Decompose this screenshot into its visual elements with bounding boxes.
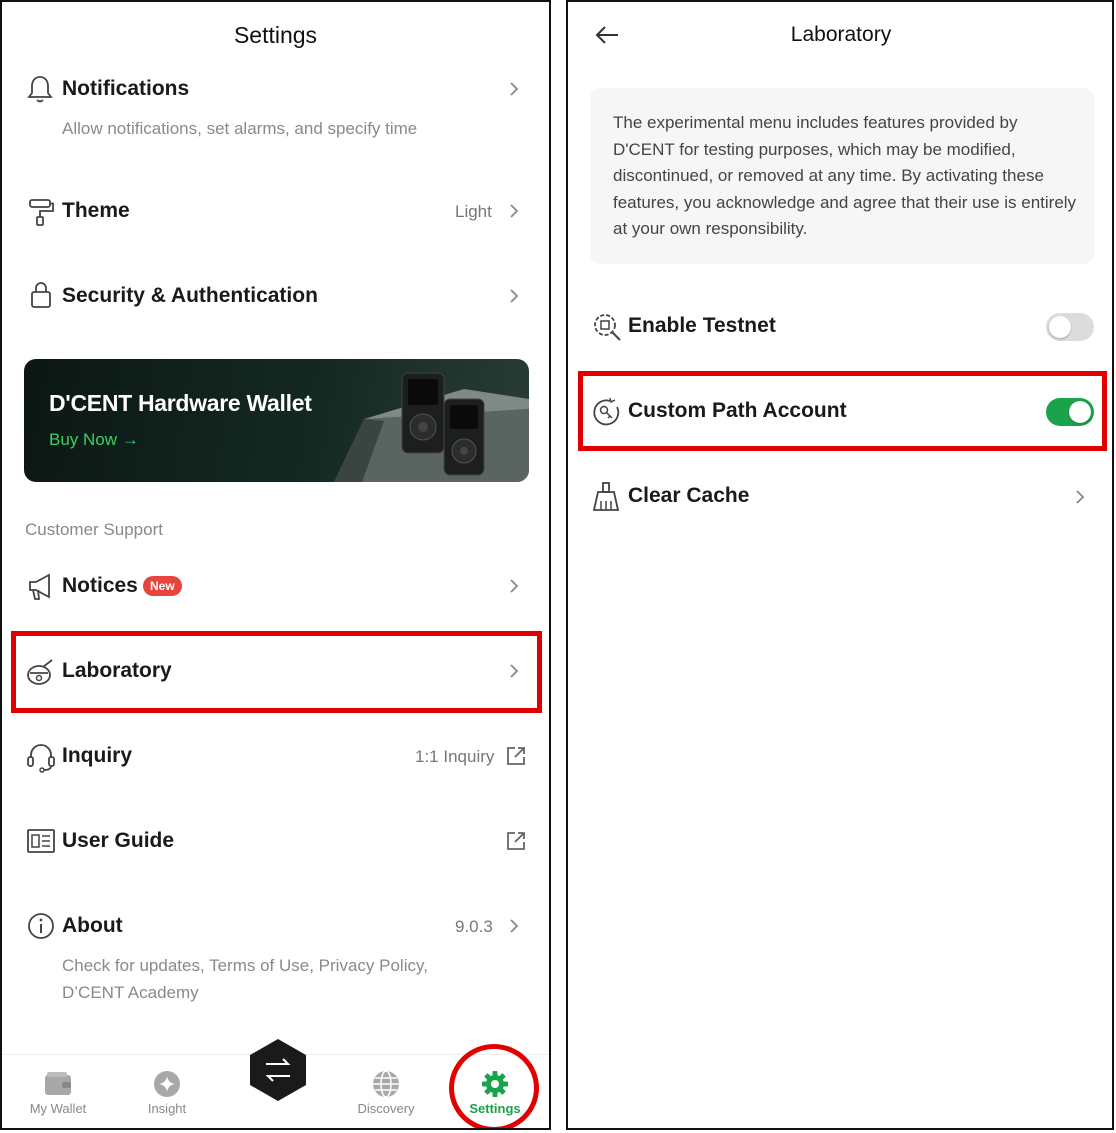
chevron-right-icon xyxy=(1074,488,1086,506)
security-label: Security & Authentication xyxy=(62,284,318,307)
inquiry-row[interactable]: Inquiry 1:1 Inquiry xyxy=(2,732,549,782)
book-icon xyxy=(26,827,56,855)
version-value: 9.0.3 xyxy=(455,917,493,936)
bell-icon xyxy=(26,74,54,104)
notice-text: The experimental menu includes features … xyxy=(613,113,1077,238)
enable-testnet-row: Enable Testnet xyxy=(568,302,1112,352)
info-icon xyxy=(26,911,56,941)
chevron-right-icon xyxy=(508,917,520,935)
tab-bar: My Wallet Insight Discovery Settings xyxy=(2,1039,549,1128)
tab-insight[interactable]: Insight xyxy=(122,1101,212,1116)
external-link-icon xyxy=(505,830,527,852)
headset-icon xyxy=(26,741,56,773)
broom-icon xyxy=(593,481,621,513)
chevron-right-icon xyxy=(508,287,520,305)
chevron-right-icon xyxy=(508,202,520,220)
page-title: Laboratory xyxy=(790,23,892,46)
highlight-box-custom-path xyxy=(578,371,1107,451)
clear-cache-label: Clear Cache xyxy=(628,484,750,507)
highlight-box-laboratory xyxy=(11,631,542,713)
about-description: Check for updates, Terms of Use, Privacy… xyxy=(62,956,428,1002)
tab-discovery[interactable]: Discovery xyxy=(341,1101,431,1116)
toggle-knob xyxy=(1049,316,1071,338)
external-link-icon xyxy=(505,745,527,767)
chevron-right-icon xyxy=(508,577,520,595)
clear-cache-row[interactable]: Clear Cache xyxy=(568,472,1112,522)
settings-screen: Settings Notifications Allow notificatio… xyxy=(0,0,551,1130)
page-title: Settings xyxy=(233,22,318,48)
laboratory-screen: Laboratory The experimental menu include… xyxy=(566,0,1114,1130)
tab-my-wallet[interactable]: My Wallet xyxy=(13,1101,103,1116)
user-guide-row[interactable]: User Guide xyxy=(2,817,549,867)
chevron-right-icon xyxy=(508,80,520,98)
buy-now-link[interactable]: Buy Now → xyxy=(49,430,139,450)
enable-testnet-label: Enable Testnet xyxy=(628,314,776,337)
notices-row[interactable]: Notices New xyxy=(2,562,549,612)
notices-label: Notices xyxy=(62,574,138,597)
inquiry-label: Inquiry xyxy=(62,744,133,767)
enable-testnet-toggle[interactable] xyxy=(1046,313,1094,341)
about-row[interactable]: About 9.0.3 Check for updates, Terms of … xyxy=(2,902,549,1012)
new-badge: New xyxy=(143,576,182,596)
paint-roller-icon xyxy=(27,197,55,227)
highlight-circle-settings xyxy=(449,1044,539,1128)
device-image xyxy=(334,372,529,482)
about-label: About xyxy=(62,914,123,937)
swap-button[interactable] xyxy=(246,1037,310,1103)
notifications-label: Notifications xyxy=(62,77,190,100)
hardware-wallet-banner[interactable]: D'CENT Hardware Wallet Buy Now → xyxy=(24,359,529,482)
swap-icon xyxy=(250,1039,306,1101)
search-scan-icon xyxy=(592,312,622,342)
notifications-description: Allow notifications, set alarms, and spe… xyxy=(62,119,418,138)
megaphone-icon xyxy=(27,572,55,602)
inquiry-value: 1:1 Inquiry xyxy=(415,747,495,766)
experimental-notice: The experimental menu includes features … xyxy=(590,88,1094,264)
sparkle-icon xyxy=(153,1070,181,1098)
security-row[interactable]: Security & Authentication xyxy=(2,272,549,322)
globe-icon xyxy=(372,1070,400,1098)
banner-title: D'CENT Hardware Wallet xyxy=(49,390,312,416)
wallet-icon xyxy=(44,1071,72,1097)
notifications-row[interactable]: Notifications Allow notifications, set a… xyxy=(2,62,549,162)
theme-value: Light xyxy=(455,202,492,221)
section-header: Customer Support xyxy=(25,520,163,539)
user-guide-label: User Guide xyxy=(62,829,175,852)
lock-icon xyxy=(29,280,53,310)
theme-row[interactable]: Theme Light xyxy=(2,187,549,237)
theme-label: Theme xyxy=(62,199,130,222)
